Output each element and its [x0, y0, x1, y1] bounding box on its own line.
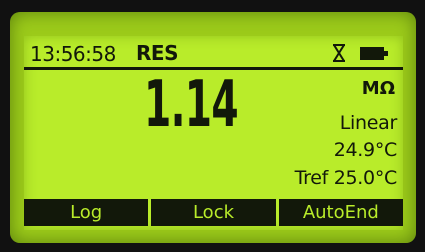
clock-time: 13:56:58 — [30, 42, 116, 66]
status-bar: 13:56:58 RES — [30, 40, 396, 66]
lcd-screen: 13:56:58 RES 1.14 MΩ Linear 24.9°C Tref … — [24, 36, 403, 230]
autoend-softkey[interactable]: AutoEnd — [278, 199, 403, 226]
log-softkey[interactable]: Log — [24, 199, 149, 226]
temperature-reading: 24.9°C — [333, 139, 398, 161]
softkey-bar: Log Lock AutoEnd — [24, 199, 403, 226]
reference-temperature: Tref 25.0°C — [294, 167, 398, 189]
lock-softkey[interactable]: Lock — [151, 199, 276, 226]
battery-icon — [360, 47, 388, 60]
reading-unit: MΩ — [361, 78, 395, 99]
hourglass-icon — [333, 44, 345, 62]
range-mode-label: Linear — [339, 112, 398, 134]
measurement-mode: RES — [136, 41, 178, 65]
main-reading-value: 1.14 — [144, 68, 239, 142]
meter-device: 13:56:58 RES 1.14 MΩ Linear 24.9°C Tref … — [0, 0, 425, 252]
